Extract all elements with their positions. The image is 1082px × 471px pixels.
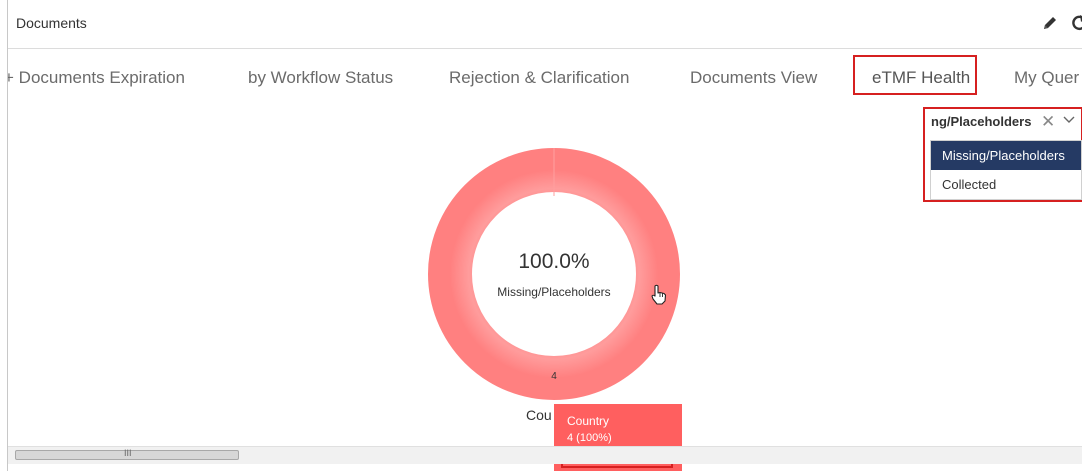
- tooltip-title: Country: [567, 414, 610, 428]
- scrollbar-thumb[interactable]: III: [15, 448, 239, 460]
- hand-pointer-icon: [651, 284, 667, 305]
- donut-slice-missing-placeholders[interactable]: [428, 148, 680, 400]
- tab-by-workflow-status[interactable]: by Workflow Status: [248, 68, 393, 88]
- tab-lead-glyph: +: [8, 68, 14, 87]
- tab-my-queries[interactable]: My Quer: [1014, 68, 1079, 88]
- chevron-down-icon[interactable]: [1063, 115, 1075, 125]
- panel-header: Documents: [8, 0, 1082, 49]
- tab-rejection-clarification[interactable]: Rejection & Clarification: [449, 68, 629, 88]
- dropdown-options: Missing/Placeholders Collected: [930, 140, 1082, 200]
- tab-documents-expiration[interactable]: + Documents Expiration: [8, 68, 185, 88]
- tooltip-value: 4 (100%): [567, 432, 612, 444]
- tab-documents-view[interactable]: Documents View: [690, 68, 817, 88]
- tab-label: Documents Expiration: [18, 68, 185, 87]
- tab-bar: + Documents Expiration by Workflow Statu…: [8, 48, 1082, 108]
- status-filter-dropdown[interactable]: ng/Placeholders ✕ Missing/Placeholders C…: [923, 107, 1082, 202]
- donut-center-label: Missing/Placeholders: [497, 285, 611, 299]
- refresh-icon[interactable]: [1070, 13, 1082, 33]
- panel-title: Documents: [16, 15, 87, 31]
- pencil-edit-icon[interactable]: [1041, 14, 1059, 32]
- horizontal-scrollbar[interactable]: III: [8, 446, 1082, 464]
- donut-chart: [428, 148, 680, 400]
- clear-icon[interactable]: ✕: [1041, 112, 1055, 132]
- option-missing-placeholders[interactable]: Missing/Placeholders: [931, 141, 1081, 170]
- dashboard-panel: Documents + Documents Expiration by Work…: [7, 0, 1082, 471]
- slice-data-label: 4: [551, 371, 557, 382]
- tab-etmf-health[interactable]: eTMF Health: [872, 68, 970, 88]
- dropdown-selected-value[interactable]: ng/Placeholders: [931, 114, 1031, 129]
- option-collected[interactable]: Collected: [931, 170, 1081, 199]
- scrollbar-grip: III: [124, 448, 132, 458]
- donut-center-percent: 100.0%: [518, 250, 590, 273]
- chart-axis-label: Cou: [526, 407, 552, 423]
